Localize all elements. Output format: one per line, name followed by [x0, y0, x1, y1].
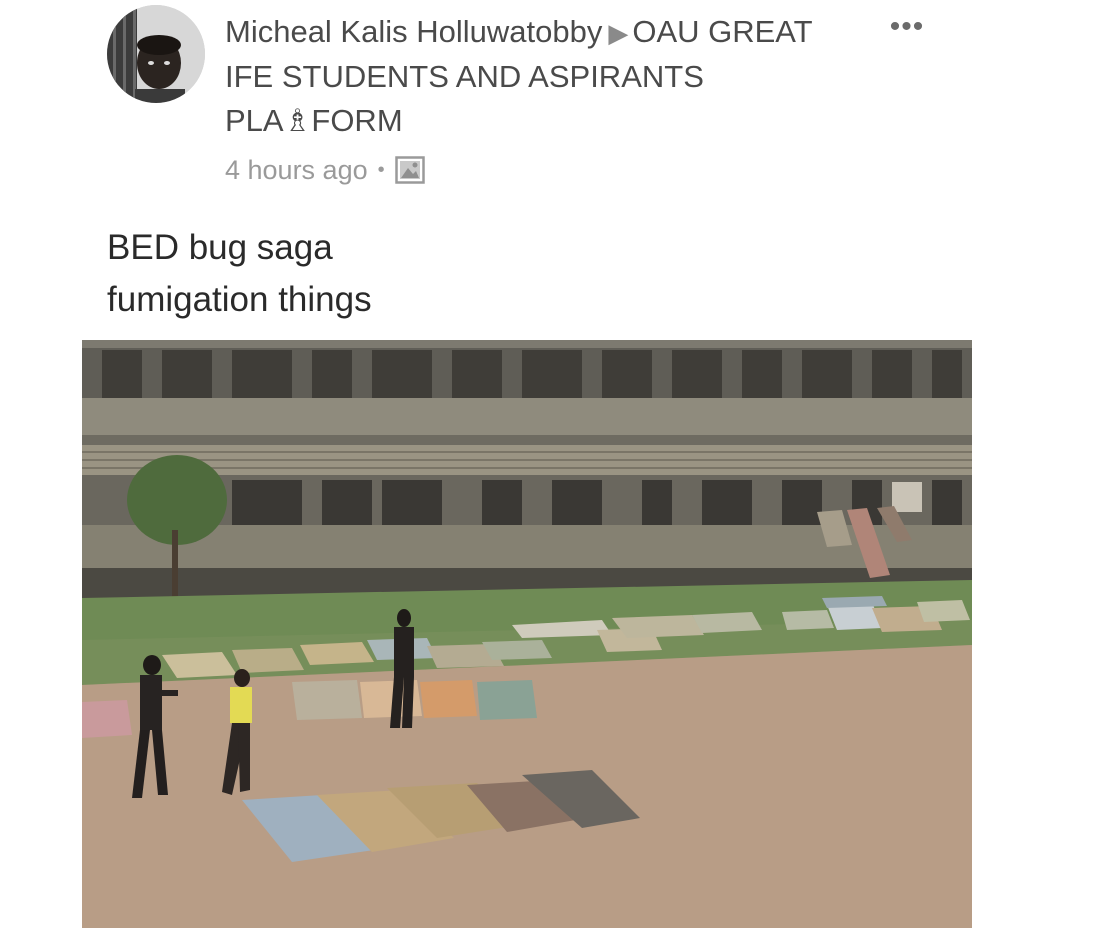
timestamp[interactable]: 4 hours ago [225, 155, 368, 186]
post-caption: BED bug saga fumigation things [107, 222, 807, 326]
meta-separator: • [377, 158, 385, 181]
post-meta: 4 hours ago • [225, 150, 425, 190]
triangle-right-icon: ▶ [608, 18, 629, 48]
more-options-button[interactable]: ••• [884, 12, 930, 42]
author-name[interactable]: Micheal Kalis Holluwatobby [225, 14, 602, 49]
post-header: Micheal Kalis Holluwatobby ▶ OAU GREAT IFE… [225, 10, 865, 143]
avatar-image [107, 5, 205, 103]
post-photo[interactable] [82, 340, 972, 928]
avatar[interactable] [107, 5, 205, 103]
more-horizontal-icon: ••• [889, 10, 925, 43]
caption-line: fumigation things [107, 280, 372, 319]
hostel-mattresses-photo [82, 340, 972, 928]
caption-line: BED bug saga [107, 228, 333, 267]
photo-album-icon [394, 156, 425, 184]
feed-post: Micheal Kalis Holluwatobby ▶ OAU GREAT IFE… [0, 0, 1120, 933]
